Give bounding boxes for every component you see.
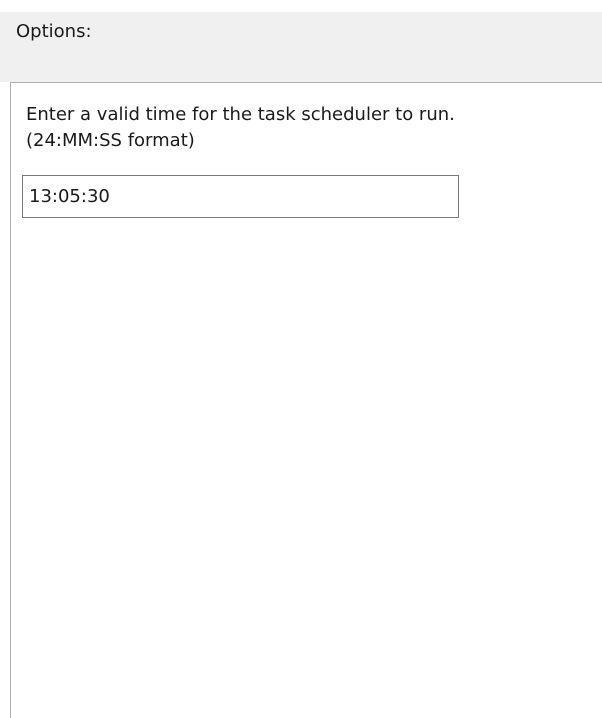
instruction-line-1: Enter a valid time for the task schedule… [26, 104, 455, 125]
options-title: Options: [16, 21, 92, 42]
options-panel: Enter a valid time for the task schedule… [10, 82, 602, 718]
instruction-line-2: (24:MM:SS format) [26, 130, 195, 151]
top-strip [0, 0, 602, 12]
time-input[interactable] [22, 175, 459, 218]
options-header: Options: [0, 12, 602, 82]
instruction-text: Enter a valid time for the task schedule… [26, 102, 586, 154]
